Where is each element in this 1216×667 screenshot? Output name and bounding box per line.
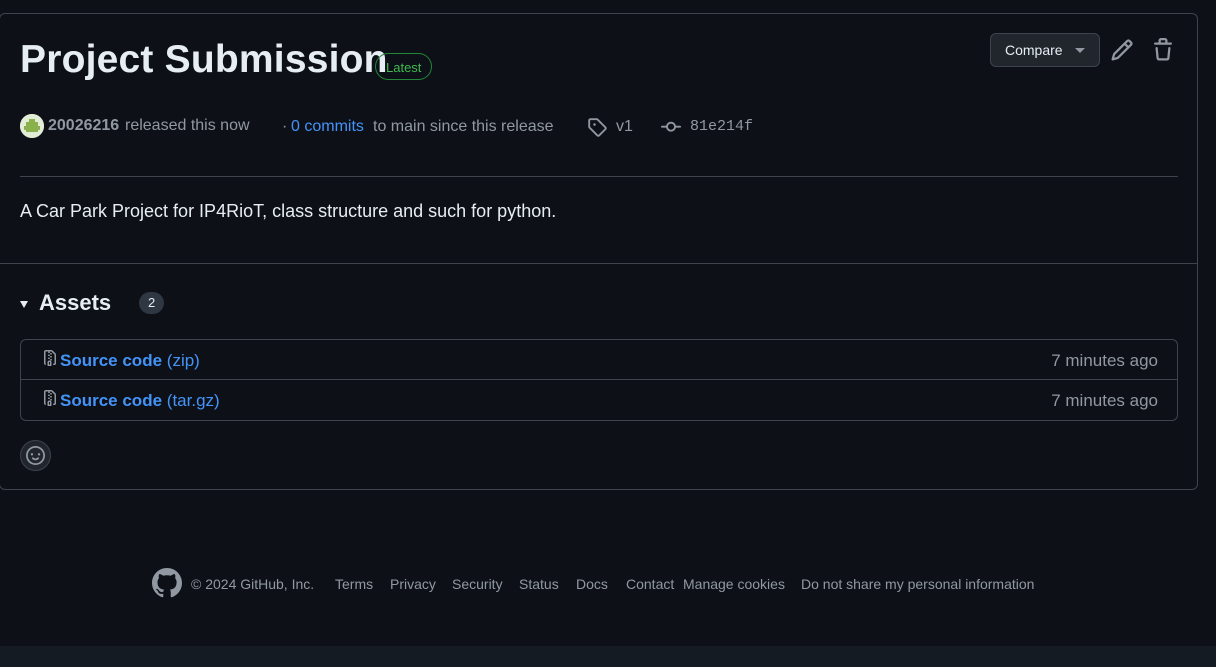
list-item: Source code (zip) 7 minutes ago [21,340,1177,380]
footer-link-manage-cookies[interactable]: Manage cookies [683,570,785,598]
asset-name: Source code [60,391,163,410]
asset-link-zip[interactable]: Source code (zip) [60,351,200,371]
commits-suffix: to main since this release [373,118,554,135]
footer-link-privacy[interactable]: Privacy [390,570,436,598]
latest-badge: Latest [375,53,433,80]
release-title[interactable]: Project Submission [20,40,388,79]
asset-name: Source code [60,351,163,370]
commits-link[interactable]: 0 commits [291,115,364,139]
tag-icon [588,118,607,137]
footer-link-status[interactable]: Status [519,570,559,598]
smiley-icon [26,446,45,465]
trash-icon[interactable] [1151,38,1175,62]
github-mark-icon[interactable] [152,568,182,598]
footer-link-do-not-share[interactable]: Do not share my personal information [801,570,1034,598]
assets-count-badge: 2 [139,292,165,314]
bottom-bar [0,646,1216,667]
caret-down-icon [1075,48,1085,53]
assets-header[interactable]: Assets 2 [20,290,165,316]
asset-link-targz[interactable]: Source code (tar.gz) [60,391,220,411]
section-divider [0,263,1198,264]
commits-dot: · [282,118,288,135]
author-link[interactable]: 20026216 [48,114,119,138]
triangle-down-icon [20,301,28,308]
compare-label: Compare [1005,42,1063,58]
footer-link-terms[interactable]: Terms [335,570,373,598]
file-zip-icon [44,350,56,366]
footer-link-docs[interactable]: Docs [576,570,608,598]
list-item: Source code (tar.gz) 7 minutes ago [21,379,1177,420]
footer-link-contact[interactable]: Contact [626,570,674,598]
pencil-icon[interactable] [1110,38,1134,62]
avatar[interactable] [20,114,44,138]
git-commit-icon [661,121,681,132]
footer-copyright: © 2024 GitHub, Inc. [191,576,315,592]
add-reaction-button[interactable] [20,440,51,471]
tag-link[interactable]: v1 [616,115,633,139]
asset-ext: (tar.gz) [166,391,220,410]
compare-button[interactable]: Compare [990,33,1100,67]
assets-list: Source code (zip) 7 minutes ago Source c… [20,339,1178,421]
asset-time: 7 minutes ago [1051,391,1158,410]
assets-title: Assets [39,290,112,315]
divider [20,176,1178,177]
asset-time: 7 minutes ago [1051,351,1158,370]
file-zip-icon [44,390,56,406]
released-text: released this now [125,117,250,134]
commit-hash-link[interactable]: 81e214f [690,115,753,139]
release-description: A Car Park Project for IP4RioT, class st… [20,201,557,221]
asset-ext: (zip) [166,351,200,370]
footer-link-security[interactable]: Security [452,570,503,598]
